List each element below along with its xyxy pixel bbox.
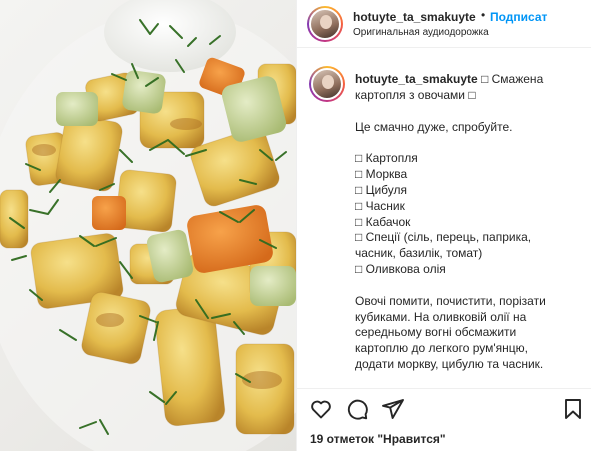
method-line: додати моркву, цибулю та часник. (355, 356, 544, 371)
caption-area: hotuyte_ta_smakuyte □ Смажена картопля з… (297, 48, 591, 388)
ingredient-item: □ Спеції (сіль, перець, паприка, (355, 230, 532, 245)
ingredient-item: □ Кабачок (355, 214, 411, 229)
likes-count[interactable]: 19 отметок "Нравится" (310, 432, 446, 446)
food-photo (0, 0, 296, 451)
ingredient-item: □ Оливкова олія (355, 261, 446, 276)
bookmark-icon[interactable] (561, 397, 585, 421)
share-icon[interactable] (381, 397, 405, 421)
heart-icon[interactable] (309, 397, 333, 421)
audio-link[interactable]: Оригинальная аудиодорожка (353, 27, 489, 38)
method-line: картоплю до легкого рум'янцю, (355, 341, 528, 356)
method-line: середньому вогні обсмажити (355, 325, 517, 340)
separator-dot: • (481, 8, 486, 22)
ingredient-item: □ Морква (355, 167, 408, 182)
follow-button[interactable]: Подписат (490, 10, 547, 24)
caption-title-line1: □ Смажена (481, 72, 544, 86)
caption-text: hotuyte_ta_smakuyte □ Смажена картопля з… (355, 72, 587, 373)
caption-username[interactable]: hotuyte_ta_smakuyte (355, 72, 478, 86)
post-photo[interactable] (0, 0, 296, 451)
caption-intro: Це смачно дуже, спробуйте. (355, 119, 513, 134)
ingredient-item: □ Цибуля (355, 182, 408, 197)
method-line: кубиками. На оливковій олії на (355, 309, 527, 324)
caption-title-line2: картопля з овочами □ (355, 87, 476, 102)
caption-avatar[interactable] (309, 66, 345, 102)
ingredient-item: часник, базилік, томат) (355, 246, 483, 261)
author-username[interactable]: hotuyte_ta_smakuyte (353, 10, 476, 24)
ingredient-item: □ Часник (355, 198, 405, 213)
method-line: Овочі помити, почистити, порізати (355, 293, 546, 308)
author-avatar[interactable] (307, 6, 343, 42)
post-actions: 19 отметок "Нравится" (297, 388, 591, 451)
post-header: hotuyte_ta_smakuyte • Подписат Оригиналь… (297, 0, 591, 48)
comment-icon[interactable] (345, 397, 369, 421)
ingredient-item: □ Картопля (355, 151, 418, 166)
post-side-panel: hotuyte_ta_smakuyte • Подписат Оригиналь… (296, 0, 591, 451)
